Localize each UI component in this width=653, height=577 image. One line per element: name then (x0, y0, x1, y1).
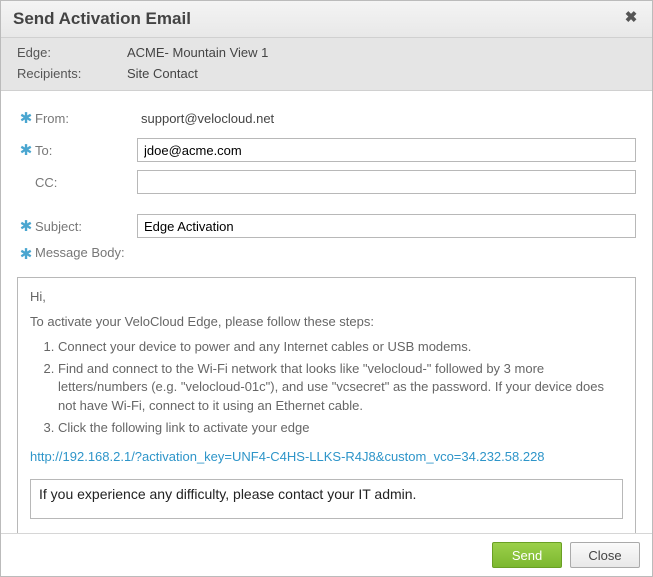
from-row: ✱ From: support@velocloud.net (17, 105, 636, 131)
to-label: To: (35, 143, 137, 158)
dialog-title: Send Activation Email (13, 9, 191, 29)
activation-link-wrapper: http://192.168.2.1/?activation_key=UNF4-… (30, 448, 623, 467)
message-step-3: Click the following link to activate you… (58, 419, 623, 438)
subject-row: ✱ Subject: (17, 213, 636, 239)
cc-label: CC: (35, 175, 137, 190)
required-icon: ✱ (17, 245, 35, 263)
cc-row: CC: (17, 169, 636, 195)
activation-link[interactable]: http://192.168.2.1/?activation_key=UNF4-… (30, 449, 545, 464)
from-value: support@velocloud.net (137, 111, 274, 126)
message-body-label: Message Body: (35, 245, 137, 260)
dialog-body[interactable]: ✱ From: support@velocloud.net ✱ To: CC: … (1, 91, 652, 533)
message-steps: Connect your device to power and any Int… (30, 338, 623, 438)
subject-label: Subject: (35, 219, 137, 234)
cc-input[interactable] (137, 170, 636, 194)
to-row: ✱ To: (17, 137, 636, 163)
meta-bar: Edge: ACME- Mountain View 1 Recipients: … (1, 38, 652, 91)
required-icon: ✱ (17, 141, 35, 159)
message-step-2: Find and connect to the Wi-Fi network th… (58, 360, 623, 417)
from-label: From: (35, 111, 137, 126)
meta-recipients-row: Recipients: Site Contact (1, 63, 652, 84)
dialog-header: Send Activation Email ✖ (1, 1, 652, 38)
send-button[interactable]: Send (492, 542, 562, 568)
required-icon: ✱ (17, 109, 35, 127)
message-body-box: Hi, To activate your VeloCloud Edge, ple… (17, 277, 636, 533)
recipients-label: Recipients: (17, 66, 127, 81)
message-footer-textarea[interactable] (30, 479, 623, 519)
message-intro: To activate your VeloCloud Edge, please … (30, 313, 623, 332)
meta-edge-row: Edge: ACME- Mountain View 1 (1, 42, 652, 63)
send-activation-email-dialog: Send Activation Email ✖ Edge: ACME- Moun… (0, 0, 653, 577)
message-body-row: ✱ Message Body: (17, 245, 636, 271)
recipients-value: Site Contact (127, 66, 198, 81)
message-greeting: Hi, (30, 288, 623, 307)
to-input[interactable] (137, 138, 636, 162)
message-step-1: Connect your device to power and any Int… (58, 338, 623, 357)
subject-input[interactable] (137, 214, 636, 238)
close-button[interactable]: Close (570, 542, 640, 568)
dialog-footer: Send Close (1, 533, 652, 576)
required-icon: ✱ (17, 217, 35, 235)
edge-value: ACME- Mountain View 1 (127, 45, 268, 60)
edge-label: Edge: (17, 45, 127, 60)
close-icon[interactable]: ✖ (622, 10, 640, 28)
